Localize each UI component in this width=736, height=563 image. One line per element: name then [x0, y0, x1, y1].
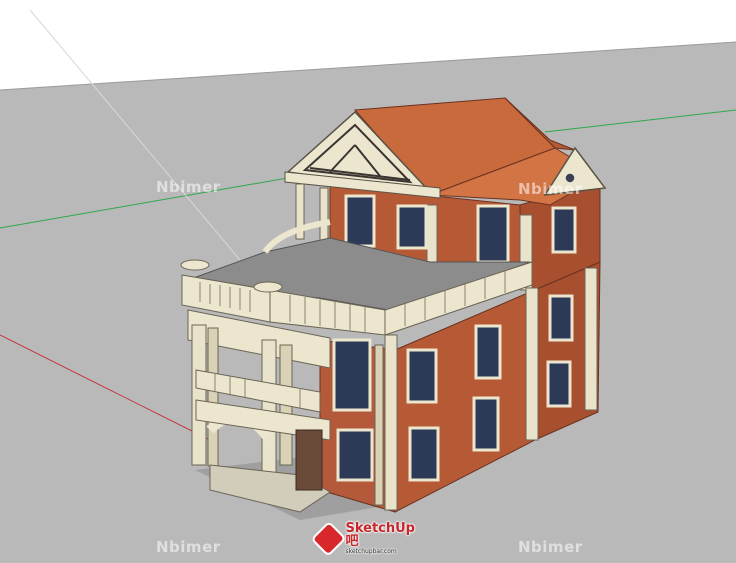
pilaster [584, 267, 598, 411]
planter [180, 259, 210, 271]
window [476, 204, 510, 264]
porch-column [207, 327, 219, 467]
watermark: Nbimer [518, 538, 583, 556]
window [548, 294, 574, 342]
window [406, 348, 438, 404]
watermark: Nbimer [156, 178, 221, 196]
model-canvas [0, 0, 736, 520]
sky [0, 0, 736, 90]
window [332, 338, 372, 412]
watermark: Nbimer [156, 538, 221, 556]
window [472, 396, 500, 452]
sketchup-logo: SketchUp吧 sketchupbar.com [313, 521, 426, 555]
red-axis [0, 334, 211, 441]
window [474, 324, 502, 380]
watermark: Nbimer [518, 180, 583, 198]
column [319, 187, 329, 241]
window [546, 360, 572, 408]
window [344, 194, 376, 248]
window [396, 204, 428, 250]
pilaster [384, 334, 398, 511]
porch-column [191, 324, 207, 466]
logo-text: SketchUp吧 sketchupbar.com [345, 521, 415, 555]
pilaster [525, 287, 539, 441]
pilaster [374, 344, 384, 506]
planter [253, 281, 283, 293]
window [336, 428, 374, 482]
window [551, 206, 577, 254]
window [408, 426, 440, 482]
green-axis-right [544, 109, 736, 133]
house-model[interactable] [180, 97, 607, 520]
logo-mark-icon [313, 523, 345, 555]
model-viewport[interactable]: Nbimer Nbimer Nbimer Nbimer SketchUp吧 sk… [0, 0, 736, 558]
entry-door [295, 429, 323, 491]
